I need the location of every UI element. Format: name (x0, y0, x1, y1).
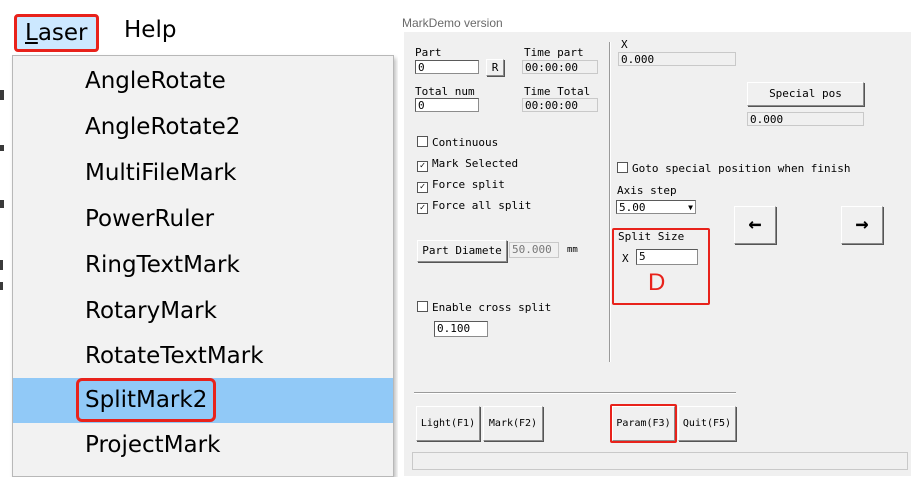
dialog-body: Part 0 R Time part 00:00:00 Total num 0 … (404, 32, 911, 476)
split-size-label: Split Size (618, 230, 685, 243)
mm-unit-label: mm (567, 245, 578, 255)
menubar: Laser Help (0, 0, 395, 58)
axis-step-label: Axis step (617, 184, 677, 197)
move-left-button[interactable]: ← (734, 206, 776, 244)
menu-item-powerruler[interactable]: PowerRuler (13, 198, 393, 241)
menu-item-rotarymark[interactable]: RotaryMark (13, 290, 393, 333)
menu-item-splitmark2[interactable]: SplitMark2 (13, 378, 393, 423)
dialog-title: MarkDemo version (402, 16, 503, 30)
force-split-checkbox[interactable]: ✓ Force split (417, 178, 505, 193)
markdemo-dialog: MarkDemo version Part 0 R Time part 00:0… (398, 8, 913, 477)
part-diameter-field: 50.000 (509, 242, 559, 258)
menu-item-label: MultiFileMark (85, 160, 237, 186)
continuous-checkbox[interactable]: Continuous (417, 136, 498, 149)
check-icon: ✓ (417, 203, 428, 214)
laser-label: aser (37, 20, 88, 46)
menu-item-rotatetextmark[interactable]: RotateTextMark (13, 335, 393, 378)
checkbox-label: Goto special position when finish (632, 162, 851, 175)
edge-mark (0, 145, 4, 151)
move-right-button[interactable]: → (841, 206, 883, 244)
menu-item-ringtextmark[interactable]: RingTextMark (13, 244, 393, 287)
checkbox-box (417, 136, 428, 147)
menu-item-label: RotateTextMark (85, 343, 264, 369)
part-field[interactable]: 0 (415, 60, 479, 74)
menu-item-projectmark[interactable]: ProjectMark (13, 424, 393, 467)
menu-item-label: AngleRotate (85, 68, 226, 94)
x-position-field: 0.000 (618, 52, 736, 66)
menu-item-label: AngleRotate2 (85, 114, 241, 140)
time-part-field: 00:00:00 (522, 60, 598, 74)
menu-item-anglerotate[interactable]: AngleRotate (13, 60, 393, 103)
time-part-label: Time part (524, 46, 584, 59)
annotation-d: D (648, 269, 666, 296)
status-bar (412, 452, 908, 470)
goto-special-checkbox[interactable]: Goto special position when finish (617, 162, 851, 175)
menu-item-label: PowerRuler (85, 206, 215, 232)
check-icon: ✓ (417, 161, 428, 172)
cross-split-field[interactable]: 0.100 (434, 321, 488, 337)
special-pos-button[interactable]: Special pos (747, 82, 864, 106)
checkbox-box (617, 162, 628, 173)
mark-button[interactable]: Mark(F2) (483, 406, 543, 441)
axis-step-value: 5.00 (619, 201, 646, 214)
checkbox-box (417, 301, 428, 312)
quit-button[interactable]: Quit(F5) (678, 406, 736, 441)
part-label: Part (415, 46, 442, 59)
edge-mark (0, 200, 4, 208)
menubar-laser[interactable]: Laser (14, 14, 99, 52)
laser-menu-panel: Laser Help AngleRotate AngleRotate2 Mult… (0, 0, 395, 477)
arrow-right-icon: → (855, 212, 869, 237)
menubar-help[interactable]: Help (118, 14, 182, 46)
laser-mnemonic: L (25, 20, 38, 46)
menu-item-label: RingTextMark (85, 252, 240, 278)
enable-cross-split-checkbox[interactable]: Enable cross split (417, 301, 551, 314)
special-pos-field: 0.000 (747, 112, 864, 126)
light-button[interactable]: Light(F1) (416, 406, 480, 441)
x-label: X (621, 38, 628, 51)
separator (414, 392, 736, 394)
split-x-label: X (622, 252, 629, 265)
total-num-field[interactable]: 0 (415, 98, 479, 112)
axis-step-select[interactable]: 5.00 ▼ (616, 200, 696, 214)
force-all-split-checkbox[interactable]: ✓ Force all split (417, 199, 531, 214)
checkbox-label: Enable cross split (432, 301, 552, 314)
reset-part-button[interactable]: R (486, 59, 504, 76)
menu-item-anglerotate2[interactable]: AngleRotate2 (13, 106, 393, 149)
laser-dropdown: AngleRotate AngleRotate2 MultiFileMark P… (12, 55, 394, 477)
mark-selected-checkbox[interactable]: ✓ Mark Selected (417, 157, 518, 172)
total-num-label: Total num (415, 85, 475, 98)
edge-mark (0, 260, 3, 270)
menu-item-label: RotaryMark (85, 298, 217, 324)
time-total-label: Time Total (524, 85, 591, 98)
menu-item-label: ProjectMark (85, 432, 221, 458)
time-total-field: 00:00:00 (522, 98, 598, 112)
chevron-down-icon: ▼ (688, 203, 693, 212)
divider (609, 42, 611, 362)
edge-mark (0, 90, 4, 100)
check-icon: ✓ (417, 182, 428, 193)
checkbox-label: Continuous (432, 136, 499, 149)
edge-mark (0, 282, 3, 290)
arrow-left-icon: ← (748, 212, 762, 237)
split-x-field[interactable]: 5 (636, 249, 698, 265)
param-highlight (610, 404, 677, 443)
checkbox-label: Force split (432, 178, 505, 191)
checkbox-label: Mark Selected (432, 157, 519, 170)
checkbox-label: Force all split (432, 199, 532, 212)
menu-item-label: SplitMark2 (76, 378, 217, 422)
menu-item-multifilemark[interactable]: MultiFileMark (13, 152, 393, 195)
part-diameter-button[interactable]: Part Diamete (417, 240, 507, 262)
